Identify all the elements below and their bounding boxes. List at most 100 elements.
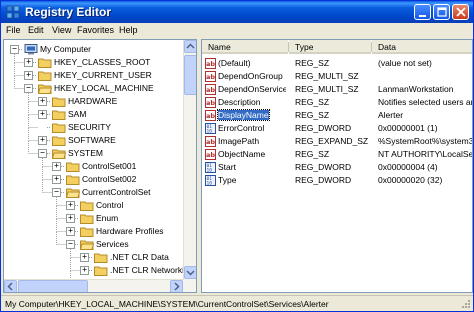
scroll-up-button[interactable] (184, 40, 196, 53)
expand-toggle[interactable]: + (38, 109, 47, 119)
registry-value-row[interactable]: ab ObjectName REG_SZ NT AUTHORITY\LocalServ… (202, 148, 472, 161)
scroll-right-button[interactable] (170, 280, 183, 292)
expander-glyph: + (82, 252, 87, 261)
tree-item[interactable]: + HKEY_CLASSES_ROOT (4, 56, 184, 69)
menu-edit[interactable]: Edit (28, 25, 44, 35)
registry-value-row[interactable]: ab (Default) REG_SZ (value not set) (202, 57, 472, 70)
expander-glyph: + (54, 161, 59, 170)
menu-file[interactable]: File (6, 25, 21, 35)
tree-item[interactable]: − Services (4, 238, 184, 251)
collapse-toggle[interactable]: − (52, 187, 61, 197)
expander-glyph: + (68, 226, 73, 235)
minimize-icon (419, 15, 426, 17)
tree-item[interactable]: − My Computer (4, 43, 184, 56)
tree-item-label: SOFTWARE (68, 135, 116, 145)
tree-item[interactable]: + HARDWARE (4, 95, 184, 108)
menu-favorites[interactable]: Favorites (77, 25, 114, 35)
registry-value-row[interactable]: ab DependOnGroup REG_MULTI_SZ (202, 70, 472, 83)
tree-item[interactable]: + ControlSet001 (4, 160, 184, 173)
title-bar[interactable]: Registry Editor (1, 1, 473, 23)
expand-toggle[interactable]: + (38, 96, 47, 106)
tree-item-label: ControlSet002 (82, 174, 137, 184)
expand-toggle[interactable]: + (80, 252, 89, 262)
menu-view[interactable]: View (52, 25, 71, 35)
tree-item[interactable]: + SOFTWARE (4, 134, 184, 147)
tree-item[interactable]: + Hardware Profiles (4, 225, 184, 238)
column-header-type[interactable]: Type (289, 40, 371, 54)
value-data: LanmanWorkstation (378, 84, 454, 94)
expander-glyph: − (26, 83, 31, 92)
expander-glyph: + (68, 213, 73, 222)
registry-value-row[interactable]: 01 10 ErrorControl REG_DWORD 0x00000001 (1) (202, 122, 472, 135)
tree-item[interactable]: − CurrentControlSet (4, 186, 184, 199)
registry-value-row[interactable]: ab DisplayName REG_SZ Alerter (202, 109, 472, 122)
expander-glyph: − (12, 44, 17, 53)
registry-value-row[interactable]: ab ImagePath REG_EXPAND_SZ %SystemRoot%\sys… (202, 135, 472, 148)
registry-value-row[interactable]: ab Description REG_SZ Notifies selected use… (202, 96, 472, 109)
registry-value-row[interactable]: 01 10 Type REG_DWORD 0x00000020 (32) (202, 174, 472, 187)
tree-vertical-scrollbar[interactable] (183, 40, 196, 292)
tree-item[interactable]: + HKEY_CURRENT_USER (4, 69, 184, 82)
menu-bar: File Edit View Favorites Help (1, 23, 473, 38)
value-data: 0x00000004 (4) (378, 162, 438, 172)
tree-item[interactable]: + SAM (4, 108, 184, 121)
expander-glyph: + (26, 57, 31, 66)
tree-item[interactable]: − HKEY_LOCAL_MACHINE (4, 82, 184, 95)
expander-glyph: + (54, 174, 59, 183)
value-name: DependOnService (218, 84, 286, 94)
registry-value-row[interactable]: 01 10 Start REG_DWORD 0x00000004 (4) (202, 161, 472, 174)
tree-scroll-thumb[interactable] (184, 55, 196, 95)
folder-icon (52, 123, 66, 133)
column-header-name[interactable]: Name (202, 40, 288, 54)
tree-item[interactable]: + Enum (4, 212, 184, 225)
value-type: REG_DWORD (295, 162, 352, 172)
resize-grip-icon[interactable] (461, 299, 471, 309)
minimize-button[interactable] (414, 4, 431, 20)
expand-toggle[interactable]: + (66, 213, 75, 223)
folder-icon (80, 201, 94, 211)
tree-item[interactable]: SECURITY (4, 121, 184, 134)
scroll-left-button[interactable] (4, 280, 17, 292)
registry-value-row[interactable]: ab DependOnService REG_MULTI_SZ LanmanWorks… (202, 83, 472, 96)
string-value-icon: ab (205, 149, 216, 160)
collapse-toggle[interactable]: − (24, 83, 33, 93)
tree-item-label: Enum (96, 213, 119, 223)
value-data: Alerter (378, 110, 404, 120)
expand-toggle[interactable]: + (66, 226, 75, 236)
value-type: REG_EXPAND_SZ (295, 136, 369, 146)
tree-horizontal-scrollbar[interactable] (4, 279, 184, 292)
folder-icon (52, 136, 66, 146)
collapse-toggle[interactable]: − (38, 148, 47, 158)
expand-toggle[interactable]: + (52, 174, 61, 184)
expand-toggle[interactable]: + (80, 265, 89, 275)
tree-item[interactable]: + ControlSet002 (4, 173, 184, 186)
close-button[interactable] (452, 4, 469, 20)
value-type: REG_SZ (295, 58, 330, 68)
tree-item-label: HKEY_CLASSES_ROOT (54, 57, 151, 67)
expand-toggle[interactable]: + (38, 135, 47, 145)
close-icon (456, 7, 466, 17)
tree-item[interactable]: + .NET CLR Networking (4, 264, 193, 277)
expander-glyph: + (82, 265, 87, 274)
expand-toggle[interactable]: + (82, 291, 87, 292)
tree-item[interactable]: + Control (4, 199, 184, 212)
tree-item[interactable]: − SYSTEM (4, 147, 184, 160)
folder-icon (38, 71, 52, 81)
tree-item[interactable]: + .NET CLR Data (4, 251, 184, 264)
value-name: (Default) (218, 58, 251, 68)
values-list-pane[interactable]: Name Type Data ab (Default) REG_SZ (value n… (201, 39, 473, 293)
svg-text:ab: ab (206, 151, 215, 159)
expand-toggle[interactable]: + (66, 200, 75, 210)
menu-help[interactable]: Help (119, 25, 138, 35)
string-value-icon: ab (205, 97, 216, 108)
tree-hscroll-thumb[interactable] (18, 280, 88, 292)
collapse-toggle[interactable]: − (10, 44, 19, 54)
maximize-button[interactable] (433, 4, 450, 20)
expand-toggle[interactable]: + (24, 57, 33, 67)
expand-toggle[interactable]: + (52, 161, 61, 171)
collapse-toggle[interactable]: − (66, 239, 75, 249)
expand-toggle[interactable]: + (24, 70, 33, 80)
column-header-data[interactable]: Data (372, 40, 472, 54)
scroll-down-button[interactable] (184, 266, 196, 279)
key-tree-pane[interactable]: − My Computer + HKEY_CLASSES_ROOT + HKEY_CURR… (3, 39, 197, 293)
